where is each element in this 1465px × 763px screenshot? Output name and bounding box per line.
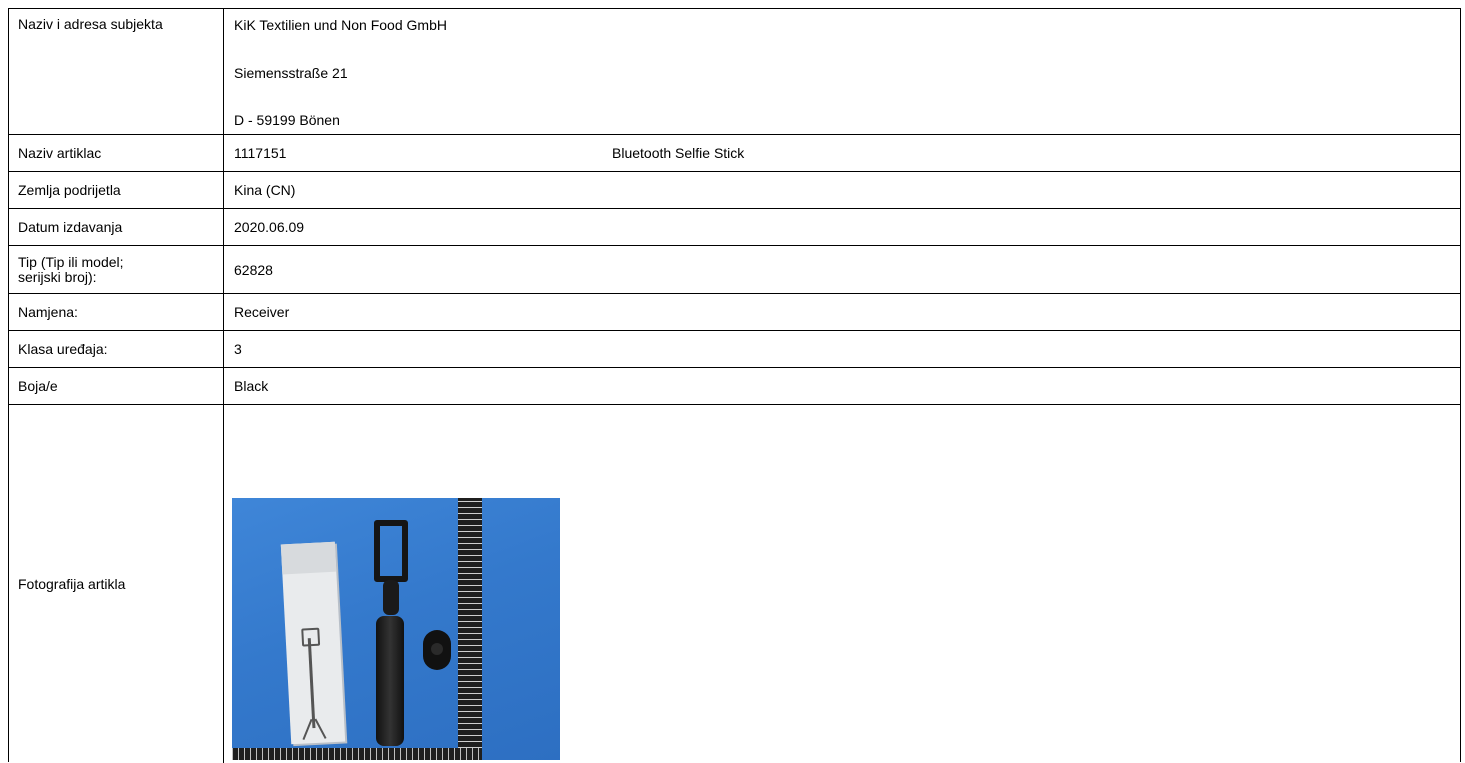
label-purpose-text: Namjena: (18, 303, 78, 320)
label-type-line1: Tip (Tip ili model; (18, 253, 124, 270)
product-info-table: Naziv i adresa subjekta KiK Textilien un… (8, 8, 1461, 763)
label-origin-text: Zemlja podrijetla (18, 181, 121, 198)
issue-date-value: 2020.06.09 (234, 219, 305, 235)
colors-value: Black (234, 378, 269, 394)
phone-clamp (374, 520, 408, 582)
label-colors: Boja/e (9, 368, 224, 404)
label-article: Naziv artiklac (9, 135, 224, 171)
label-purpose: Namjena: (9, 294, 224, 330)
label-device-class: Klasa uređaja: (9, 331, 224, 367)
purpose-value: Receiver (234, 304, 290, 320)
label-issue-date-text: Datum izdavanja (18, 218, 123, 235)
label-article-text: Naziv artiklac (18, 144, 102, 161)
selfie-stick (376, 616, 404, 746)
ruler-vertical (458, 498, 482, 760)
label-subject-text: Naziv i adresa subjekta (18, 16, 163, 32)
label-issue-date: Datum izdavanja (9, 209, 224, 245)
row-colors: Boja/e Black (9, 368, 1460, 405)
type-value: 62828 (234, 261, 273, 278)
bluetooth-remote (423, 630, 451, 670)
article-number: 1117151 (234, 145, 287, 161)
row-subject: Naziv i adresa subjekta KiK Textilien un… (9, 9, 1460, 135)
row-origin: Zemlja podrijetla Kina (CN) (9, 172, 1460, 209)
article-name: Bluetooth Selfie Stick (612, 145, 745, 161)
row-type: Tip (Tip ili model; serijski broj): 6282… (9, 246, 1460, 294)
ruler-horizontal (232, 748, 482, 760)
label-device-class-text: Klasa uređaja: (18, 340, 108, 357)
row-issue-date: Datum izdavanja 2020.06.09 (9, 209, 1460, 246)
product-photo (232, 498, 560, 760)
label-type: Tip (Tip ili model; serijski broj): (9, 246, 224, 293)
label-photo-text: Fotografija artikla (18, 575, 126, 592)
row-article: Naziv artiklac 1117151 Bluetooth Selfie … (9, 135, 1460, 172)
label-colors-text: Boja/e (18, 377, 58, 394)
subject-name: KiK Textilien und Non Food GmbH (234, 17, 447, 33)
row-purpose: Namjena: Receiver (9, 294, 1460, 331)
row-photo: Fotografija artikla (9, 405, 1460, 763)
label-photo: Fotografija artikla (9, 405, 224, 763)
subject-street: Siemensstraße 21 (234, 65, 348, 81)
label-subject: Naziv i adresa subjekta (9, 9, 224, 134)
label-origin: Zemlja podrijetla (9, 172, 224, 208)
origin-value: Kina (CN) (234, 182, 296, 198)
row-device-class: Klasa uređaja: 3 (9, 331, 1460, 368)
device-class-value: 3 (234, 341, 242, 357)
label-type-line2: serijski broj): (18, 268, 97, 285)
stick-joint (383, 580, 399, 615)
subject-city: D - 59199 Bönen (234, 112, 340, 128)
product-packaging (280, 541, 346, 745)
